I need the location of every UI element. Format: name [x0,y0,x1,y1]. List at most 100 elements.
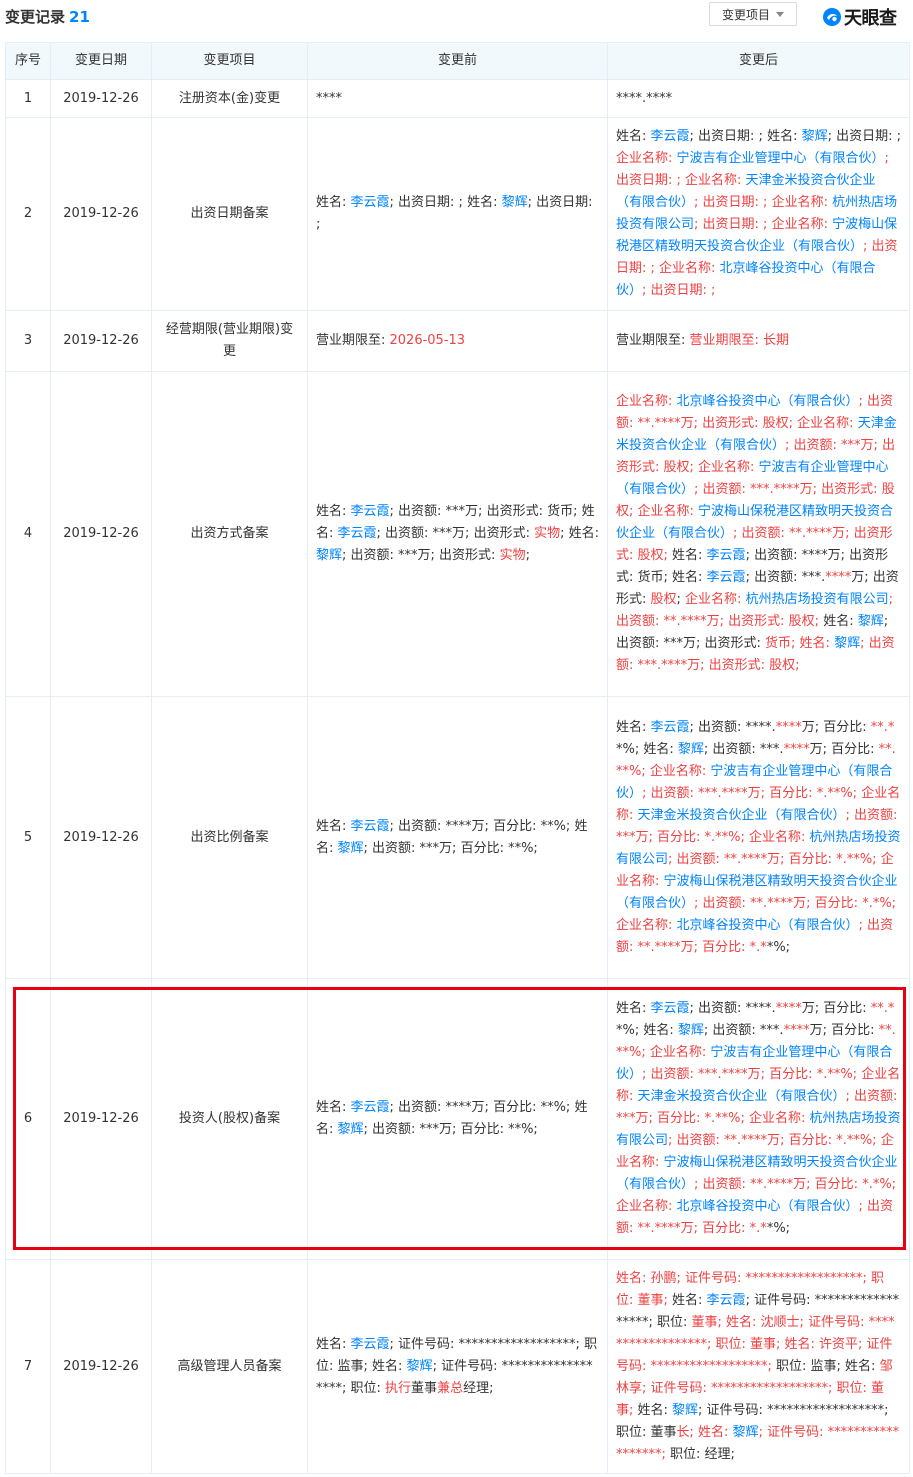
changed-text: **** [775,1001,802,1016]
highlight-link-text[interactable]: 黎辉 [802,129,828,144]
changed-text: **** [775,719,802,735]
changed-text: **.* [870,719,895,735]
cell-index: 2 [5,117,51,311]
col-header-date: 变更日期 [50,42,152,80]
cell-text: ; 出资额: ***. [745,570,826,585]
cell-text: ; 出资额: ***. [703,741,784,757]
highlight-link-text[interactable]: 黎辉 [672,1403,698,1418]
cell-index: 3 [5,310,51,372]
cell-after: 姓名: 李云霞; 出资额: ****.****万; 百分比: **.**%; 姓… [607,978,910,1260]
cell-text: ; 出资额: ***万; 出资形式: [376,526,535,541]
cell-after: 企业名称: 北京峰谷投资中心（有限合伙）; 出资额: **.****万; 出资形… [607,371,910,697]
changed-text: ; 出资日期: ; [694,217,772,232]
cell-after: 姓名: 孙鹏; 证件号码: ******************; 职位: 董事… [607,1259,910,1474]
cell-text: ; 出资额: ***万; 百分比: **%; [363,1122,538,1137]
table-row: 4 2019-12-26 出资方式备案 姓名: 李云霞; 出资额: ***万; … [5,371,910,697]
highlight-link-text[interactable]: 李云霞 [707,570,746,585]
table-row: 5 2019-12-26 出资比例备案 姓名: 李云霞; 出资额: ****万;… [5,696,910,979]
changed-text: **** [825,570,852,585]
highlight-link-text[interactable]: 黎辉 [338,1122,364,1137]
cell-before: 姓名: 李云霞; 证件号码: ******************; 职位: 监… [307,1259,608,1474]
cell-text: 万; 百分比: [801,719,871,735]
cell-text: 姓名: [316,1100,351,1115]
highlight-link-text[interactable]: 黎辉 [834,636,860,651]
cell-text: 姓名: [316,504,351,519]
highlight-link-text[interactable]: 李云霞 [651,720,690,735]
change-records-table: 序号 变更日期 变更项目 变更前 变更后 1 2019-12-26 注册资本(金… [5,42,910,1474]
highlight-link-text[interactable]: 李云霞 [651,1001,690,1016]
table-row: 2 2019-12-26 出资日期备案 姓名: 李云霞; 出资日期: ; 姓名:… [5,117,910,311]
cell-text: 姓名: [672,548,707,563]
table-row: 7 2019-12-26 高级管理人员备案 姓名: 李云霞; 证件号码: ***… [5,1259,910,1474]
change-item-filter-dropdown[interactable]: 变更项目 [709,2,797,26]
changed-text: 执行 [385,1380,412,1396]
changed-text: 实物 [499,548,526,563]
cell-item: 出资比例备案 [151,696,308,979]
record-count: 21 [69,8,90,26]
highlight-link-text[interactable]: 李云霞 [351,1337,390,1352]
highlight-link-text[interactable]: 李云霞 [351,504,390,519]
changed-text: 股权 [650,592,677,607]
cell-item: 出资日期备案 [151,117,308,311]
cell-text: 营业期限至: [616,333,690,348]
changed-text: 企业名称: [771,217,833,232]
cell-before: 姓名: 李云霞; 出资额: ****万; 百分比: **%; 姓名: 黎辉; 出… [307,978,608,1260]
highlight-link-text[interactable]: 天津金米投资合伙企业（有限合伙） [638,808,846,823]
cell-text: ; 出资日期: ; 姓名: [689,129,802,144]
changed-text: ; 出资日期: ; [642,283,716,298]
cell-text: ; 出资额: ***万; 出资形式: [342,548,500,563]
highlight-link-text[interactable]: 李云霞 [351,195,390,210]
cell-text: 姓名: [616,1001,651,1016]
cell-after: 营业期限至: 营业期限至: 长期 [607,310,910,372]
highlight-link-text[interactable]: 李云霞 [338,526,377,541]
highlight-link-text[interactable]: 李云霞 [351,819,390,834]
highlight-link-text[interactable]: 黎辉 [733,1425,759,1440]
table-row: 3 2019-12-26 经营期限(营业期限)变更 营业期限至: 2026-05… [5,310,910,372]
highlight-link-text[interactable]: 黎辉 [338,841,364,856]
cell-text: 姓名: [637,1402,673,1418]
highlight-link-text[interactable]: 黎辉 [858,614,884,629]
cell-text: ; 出资日期: ; [827,129,902,144]
cell-text: *%; [766,939,791,955]
tianyancha-logo[interactable]: 天眼查 [822,4,897,30]
highlight-link-text[interactable]: 黎辉 [502,195,528,210]
cell-date: 2019-12-26 [50,79,152,118]
highlight-link-text[interactable]: 北京峰谷投资中心（有限合伙） [677,1199,859,1214]
cell-date: 2019-12-26 [50,1259,152,1474]
cell-text: ; [525,548,530,563]
changed-text: 营业期限至: 长期 [689,333,790,348]
logo-text: 天眼查 [844,8,897,29]
highlight-link-text[interactable]: 黎辉 [678,1023,704,1038]
changed-text: 货币; 姓名: [765,636,835,651]
cell-text: 万; 百分比: [809,1023,879,1038]
highlight-link-text[interactable]: 杭州热店场投资有限公司 [746,592,889,607]
highlight-link-text[interactable]: 李云霞 [651,129,690,144]
cell-text: 姓名: [316,195,351,210]
highlight-link-text[interactable]: 黎辉 [407,1359,433,1374]
changed-text: **.* [870,1001,895,1016]
cell-before: 营业期限至: 2026-05-13 [307,310,608,372]
highlight-link-text[interactable]: 李云霞 [707,548,746,563]
cell-index: 1 [5,79,51,118]
highlight-link-text[interactable]: 黎辉 [678,742,704,757]
highlight-link-text[interactable]: 黎辉 [316,548,342,563]
highlight-link-text[interactable]: 李云霞 [351,1100,390,1115]
table-row: 1 2019-12-26 注册资本(金)变更 **** ****.**** [5,79,910,118]
cell-index: 7 [5,1259,51,1474]
cell-item: 出资方式备案 [151,371,308,697]
cell-after: 姓名: 李云霞; 出资额: ****.****万; 百分比: **.**%; 姓… [607,696,910,979]
highlight-link-text[interactable]: 天津金米投资合伙企业（有限合伙） [638,1089,846,1104]
col-header-item: 变更项目 [151,42,308,80]
highlight-link-text[interactable]: 北京峰谷投资中心（有限合伙） [677,394,859,409]
cell-text: *%; 姓名: [616,741,678,757]
cell-text: 姓名: [316,1336,351,1352]
highlight-link-text[interactable]: 宁波吉有企业管理中心（有限合伙） [677,151,885,166]
cell-date: 2019-12-26 [50,371,152,697]
section-title: 变更记录 21 [5,6,90,27]
cell-text: 董事 [411,1380,438,1396]
changed-text: 兼总 [437,1380,464,1396]
cell-text: ; 出资额: ****. [689,719,776,735]
highlight-link-text[interactable]: 北京峰谷投资中心（有限合伙） [677,918,859,933]
highlight-link-text[interactable]: 李云霞 [707,1293,746,1308]
table-row: 6 2019-12-26 投资人(股权)备案 姓名: 李云霞; 出资额: ***… [5,978,910,1260]
